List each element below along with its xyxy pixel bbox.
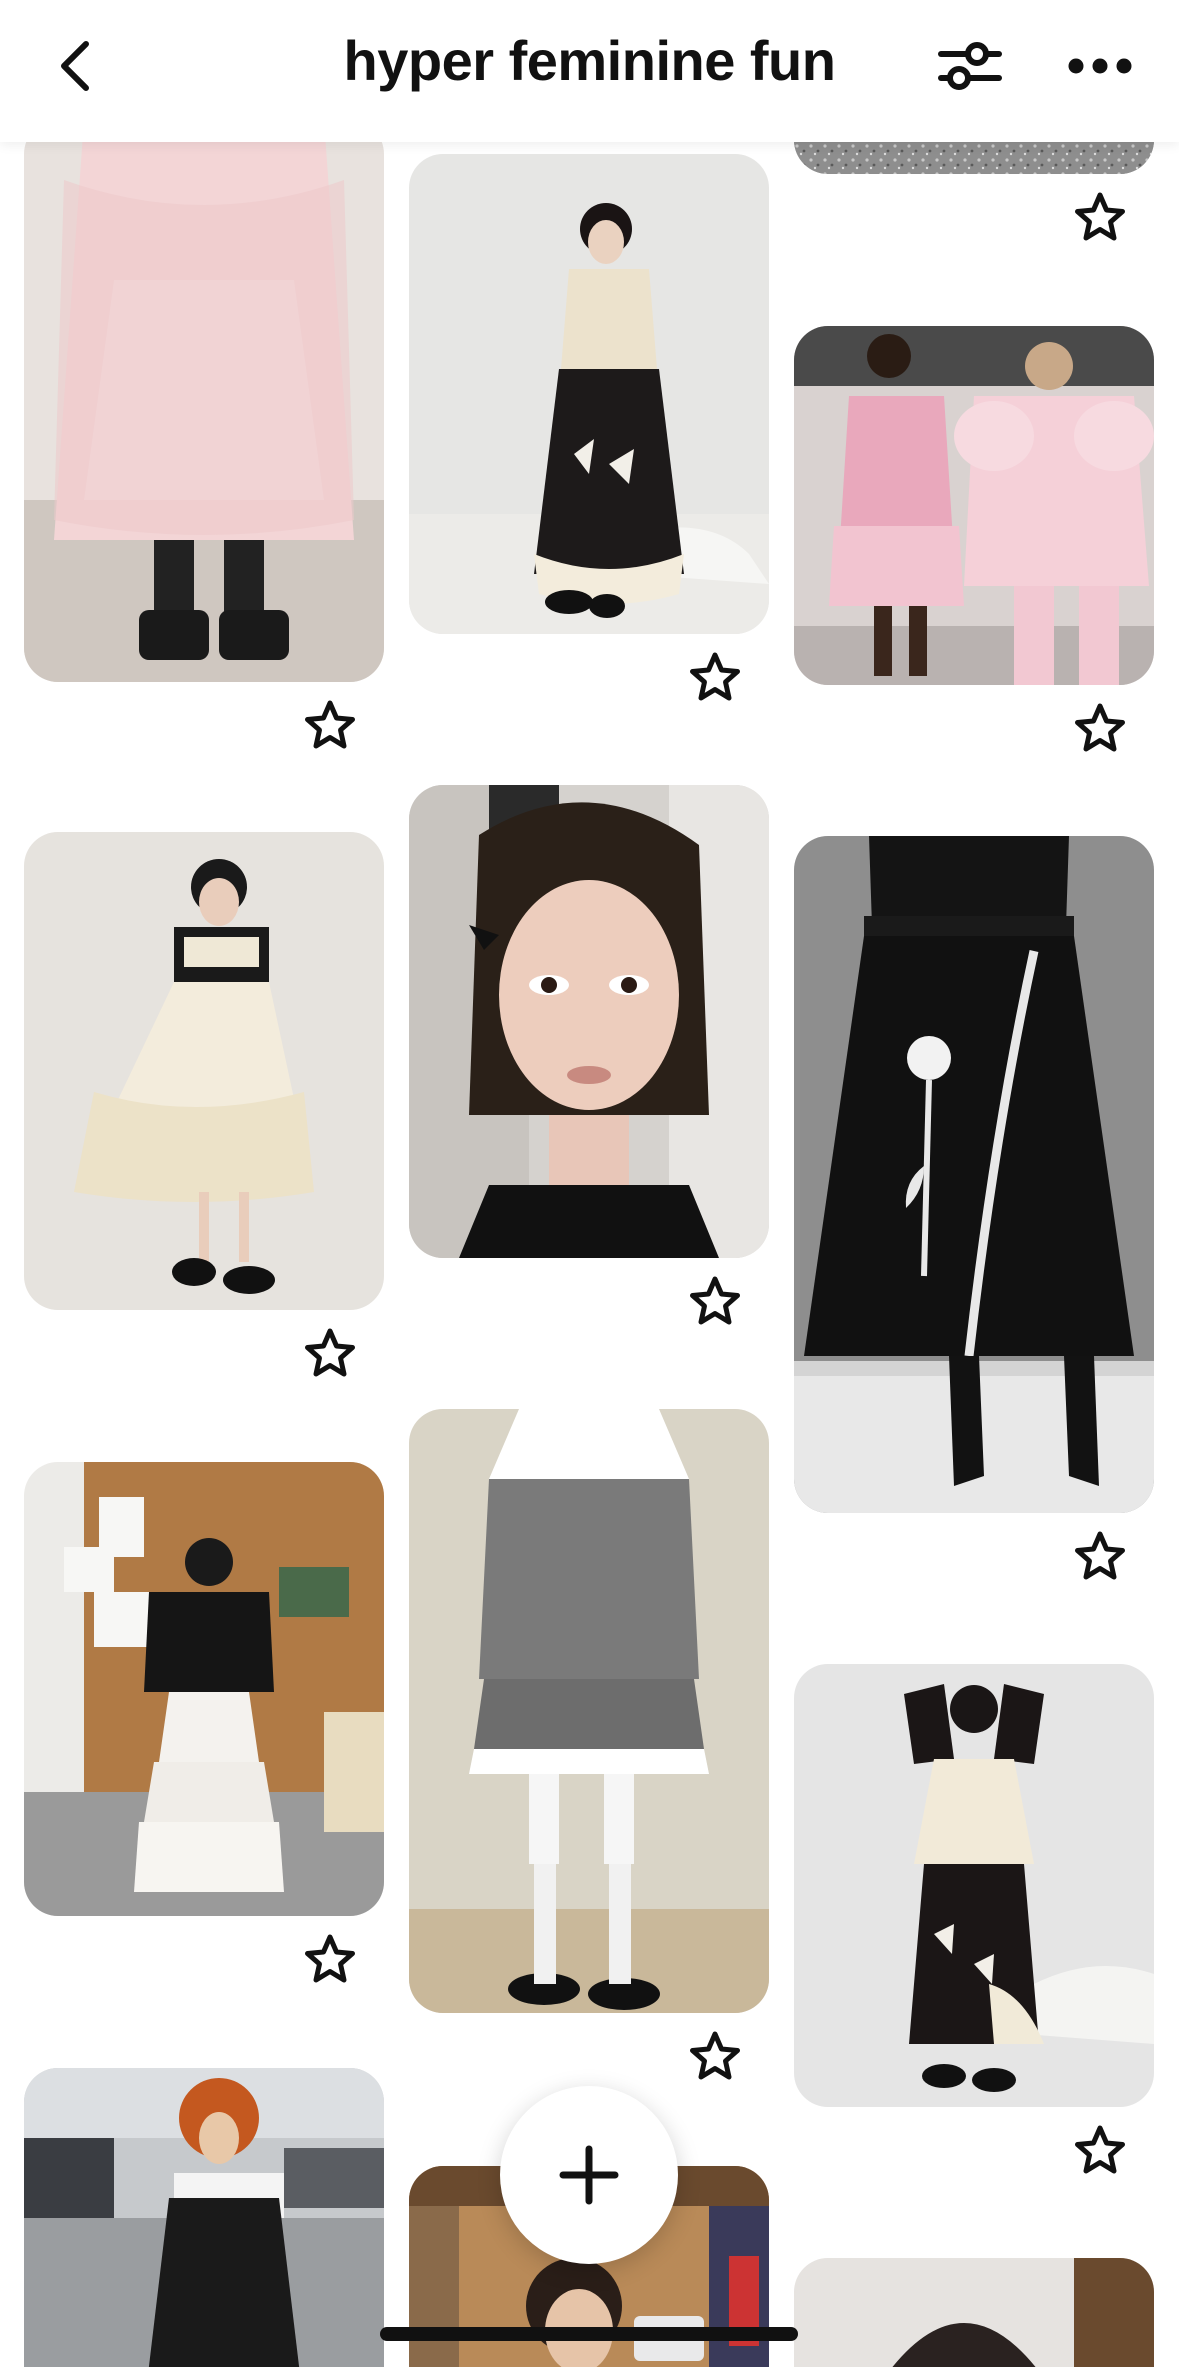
pin-1-artwork (24, 120, 384, 682)
add-pin-button[interactable] (500, 2086, 678, 2264)
save-star-icon-8[interactable] (302, 1932, 358, 1988)
save-star-icon-6[interactable] (687, 1274, 743, 1330)
home-indicator[interactable] (380, 2327, 798, 2341)
sliders-icon (938, 42, 1002, 90)
pin-image-5[interactable] (24, 832, 384, 1310)
save-star-icon-1[interactable] (302, 698, 358, 754)
pin-5-artwork (24, 832, 384, 1310)
pin-image-6[interactable] (409, 785, 769, 1258)
save-star-icon-5[interactable] (302, 1326, 358, 1382)
more-options-button[interactable] (1060, 30, 1140, 102)
save-star-icon-4[interactable] (1072, 701, 1128, 757)
pin-image-13[interactable] (794, 2258, 1154, 2367)
pin-image-11[interactable] (24, 2068, 384, 2367)
pin-4-artwork (794, 326, 1154, 685)
pin-image-10[interactable] (794, 1664, 1154, 2107)
pin-9-artwork (409, 1409, 769, 2013)
more-horizontal-icon (1068, 58, 1132, 74)
pin-image-7[interactable] (794, 836, 1154, 1513)
pin-11-artwork (24, 2068, 384, 2367)
save-star-icon-9[interactable] (687, 2029, 743, 2085)
save-star-icon-10[interactable] (1072, 2123, 1128, 2179)
pin-10-artwork (794, 1664, 1154, 2107)
board-page: hyper feminine fun (0, 0, 1179, 2367)
pin-image-8[interactable] (24, 1462, 384, 1916)
pin-image-9[interactable] (409, 1409, 769, 2013)
save-star-icon-3[interactable] (1072, 190, 1128, 246)
plus-icon (559, 2145, 619, 2205)
pin-7-artwork (794, 836, 1154, 1513)
pin-image-1[interactable] (24, 120, 384, 682)
pin-8-artwork (24, 1462, 384, 1916)
filter-button[interactable] (930, 30, 1010, 102)
top-bar: hyper feminine fun (0, 0, 1179, 142)
pin-image-2[interactable] (409, 154, 769, 634)
pin-13-artwork (794, 2258, 1154, 2367)
pin-2-artwork (409, 154, 769, 634)
pin-6-artwork (409, 785, 769, 1258)
save-star-icon-2[interactable] (687, 650, 743, 706)
pin-image-4[interactable] (794, 326, 1154, 685)
save-star-icon-7[interactable] (1072, 1529, 1128, 1585)
